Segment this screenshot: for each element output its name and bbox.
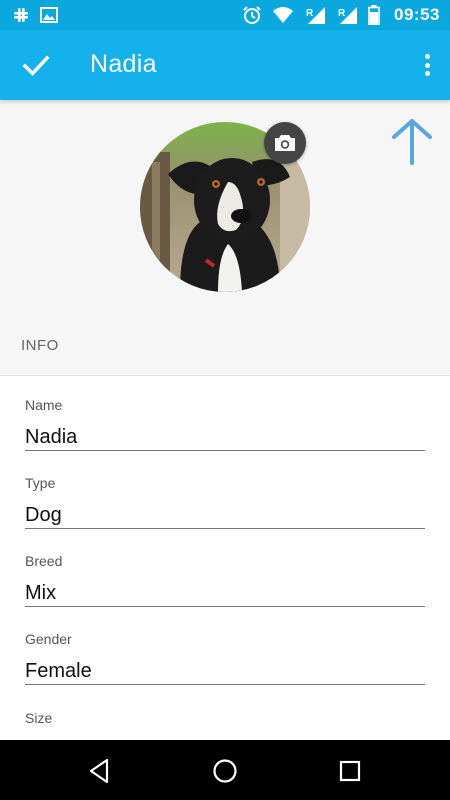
gender-field: Gender Female	[25, 631, 425, 685]
name-field: Name Nadia	[25, 397, 425, 451]
recents-icon	[339, 760, 361, 782]
menu-dot	[424, 71, 430, 76]
size-field: Size	[25, 710, 425, 726]
profile-header: INFO	[0, 100, 450, 375]
back-button[interactable]	[85, 756, 115, 786]
status-bar-left	[12, 6, 58, 24]
breed-field: Breed Mix	[25, 553, 425, 607]
check-icon	[22, 55, 50, 77]
change-photo-button[interactable]	[264, 122, 306, 164]
app-bar: Nadia	[0, 30, 450, 100]
status-bar: R R 09:53	[0, 0, 450, 30]
alarm-icon	[242, 5, 262, 25]
signal-r-icon: R	[304, 5, 326, 25]
gender-input[interactable]: Female	[25, 657, 425, 685]
name-label: Name	[25, 397, 63, 413]
menu-dot	[424, 54, 430, 59]
signal-roaming-label: R	[338, 8, 346, 19]
type-label: Type	[25, 475, 56, 491]
more-vert-icon[interactable]	[420, 52, 434, 78]
system-nav-bar	[0, 740, 450, 800]
recents-button[interactable]	[335, 756, 365, 786]
size-label: Size	[25, 710, 53, 726]
signal-roaming-label: R	[306, 8, 314, 19]
name-input[interactable]: Nadia	[25, 423, 425, 451]
status-bar-right: R R 09:53	[242, 5, 440, 25]
type-input[interactable]: Dog	[25, 501, 425, 529]
info-form: Name Nadia Type Dog Breed Mix Gender Fem…	[0, 375, 450, 740]
breed-label: Breed	[25, 553, 63, 569]
home-icon	[213, 759, 237, 783]
image-icon	[40, 7, 58, 23]
wifi-icon	[272, 6, 294, 24]
type-field: Type Dog	[25, 475, 425, 529]
back-icon	[89, 758, 109, 784]
battery-icon	[368, 5, 380, 25]
breed-input[interactable]: Mix	[25, 579, 425, 607]
signal-r-icon: R	[336, 5, 358, 25]
status-time: 09:53	[394, 5, 440, 24]
save-check-button[interactable]	[21, 50, 51, 80]
arrow-up-icon	[390, 117, 434, 165]
home-button[interactable]	[210, 756, 240, 786]
app-bar-title: Nadia	[90, 50, 157, 78]
menu-dot	[424, 62, 430, 68]
gender-label: Gender	[25, 631, 72, 647]
slack-icon	[12, 6, 30, 24]
camera-icon	[275, 135, 295, 151]
section-label-info: INFO	[21, 337, 59, 354]
